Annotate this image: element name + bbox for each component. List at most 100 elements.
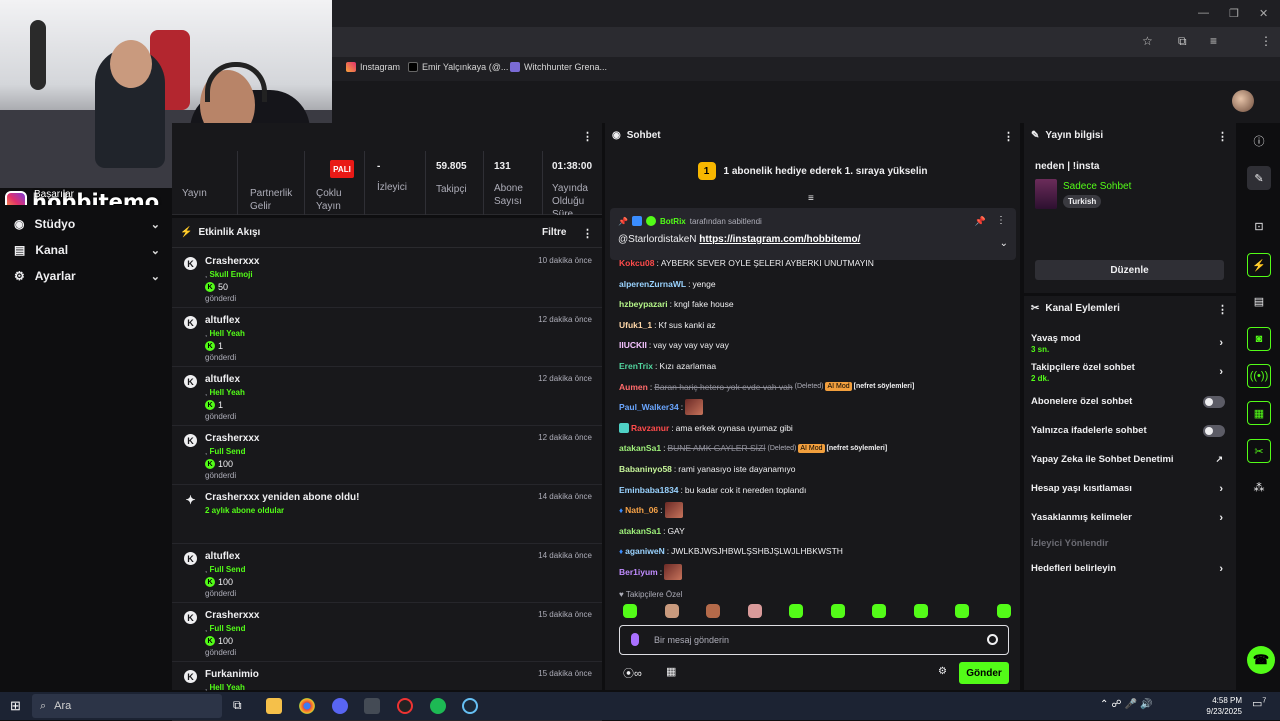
feed-user[interactable]: Crasherxxx xyxy=(205,433,259,444)
channel-action-item[interactable]: Yavaş mod 3 sn. › xyxy=(1031,333,1229,354)
clock[interactable]: 4:58 PM 9/23/2025 xyxy=(1206,695,1242,717)
chat-username[interactable]: Eminbaba1834 xyxy=(619,485,679,495)
chat-message[interactable]: Aumen: Baran hariç hetero yok evde vah va… xyxy=(619,380,914,394)
toggle-switch[interactable] xyxy=(1203,425,1225,437)
bookmark-instagram[interactable]: Instagram xyxy=(346,62,400,72)
wrench-icon[interactable]: ✂ xyxy=(1247,439,1271,463)
chat-username[interactable]: hzbeypazari xyxy=(619,299,668,309)
feed-item[interactable]: Kaltuflex 12 dakika önce , Hell Yeah K 1 gönd… xyxy=(172,367,602,426)
star-icon[interactable]: ☆ xyxy=(1142,34,1153,48)
cat-emote-icon[interactable] xyxy=(747,604,762,618)
chat-message[interactable]: hzbeypazari: kngl fake house xyxy=(619,297,734,311)
chat-message[interactable]: Ravzanur: ama erkek oynasa uyumaz gibi xyxy=(619,421,793,435)
lightning-icon[interactable]: ⚡ xyxy=(1247,253,1271,277)
chat-username[interactable]: atakanSa1 xyxy=(619,526,661,536)
document-icon[interactable]: ▤ xyxy=(1247,289,1271,313)
chat-message[interactable]: Ber1iyum: xyxy=(619,564,683,580)
pinned-message[interactable]: 📌 BotRix tarafından sabitlendi @Starlord… xyxy=(610,208,1016,260)
sidebar-item-channel[interactable]: ▤ Kanal ⌄ xyxy=(14,243,160,257)
toggle-switch[interactable] xyxy=(1203,396,1225,408)
channel-action-item[interactable]: Takipçilere özel sohbet 2 dk. › xyxy=(1031,362,1229,383)
emote-picker-icon[interactable]: ⦿∞ xyxy=(623,665,642,681)
feed-user[interactable]: altuflex xyxy=(205,551,240,562)
gear-icon[interactable]: ⚙ xyxy=(938,666,947,677)
chat-message[interactable]: ErenTrix: Kızı azarlamaa xyxy=(619,359,716,373)
kick-emote-icon[interactable] xyxy=(913,604,928,618)
discord-icon[interactable] xyxy=(332,698,348,714)
layout-icon[interactable]: ▦ xyxy=(1247,401,1271,425)
chat-username[interactable]: Ufuk1_1 xyxy=(619,320,652,330)
feed-item[interactable]: K Crasherxxx 10 dakika önce , Skull Emoji K 5… xyxy=(172,249,602,308)
feed-user[interactable]: Furkanimio xyxy=(205,669,259,680)
chat-username[interactable]: Aumen xyxy=(619,382,648,392)
filter-button[interactable]: Filtre xyxy=(542,227,566,238)
chat-message[interactable]: ♦ aganiweN: JWLKBJWSJHBWLŞSHBJŞLWJLHBKWSTH xyxy=(619,544,843,558)
avatar[interactable] xyxy=(1232,90,1254,112)
tray-icons[interactable]: ⌃☍🎤🔊 xyxy=(1100,699,1155,710)
chat-message[interactable]: Babaninyo58: rami yanasıyo iste dayanamıy… xyxy=(619,462,795,476)
bookmark-x[interactable]: Emir Yalçınkaya (@... xyxy=(408,62,508,72)
chat-bubble-icon[interactable]: ◙ xyxy=(1247,327,1271,351)
tag-badge[interactable]: Turkish xyxy=(1063,195,1102,208)
more-icon[interactable]: ⋮ xyxy=(1217,303,1228,316)
feed-item[interactable]: ✦ Crasherxxx yeniden abone oldu! 14 dakika… xyxy=(172,485,602,544)
feed-item[interactable]: Kaltuflex 12 dakika önce , Hell Yeah K 1 gönd… xyxy=(172,308,602,367)
channel-action-item[interactable]: Abonelere özel sohbet xyxy=(1031,396,1229,408)
feed-user[interactable]: Crasherxxx xyxy=(205,610,259,621)
chat-username[interactable]: alperenZurnaWL xyxy=(619,279,686,289)
face-emote-icon[interactable] xyxy=(664,604,679,618)
sidebar-item-settings[interactable]: ⚙ Ayarlar ⌄ xyxy=(14,269,160,283)
category-link[interactable]: Sadece Sohbet xyxy=(1063,181,1131,192)
feed-user[interactable]: Crasherxxx xyxy=(205,256,259,267)
more-icon[interactable]: ⋮ xyxy=(582,130,593,143)
chat-username[interactable]: Kokcu08 xyxy=(619,258,654,268)
channel-action-item[interactable]: Yasaklanmış kelimeler › xyxy=(1031,512,1229,524)
chat-message[interactable]: Eminbaba1834: bu kadar cok it nereden top… xyxy=(619,483,806,497)
chat-username[interactable]: ErenTrix xyxy=(619,361,653,371)
face-emote-icon[interactable] xyxy=(706,604,720,618)
crop-icon[interactable]: ⊡ xyxy=(1247,214,1271,238)
feed-user[interactable]: altuflex xyxy=(205,315,240,326)
chevron-down-icon[interactable]: ⌄ xyxy=(1000,238,1008,249)
address-bar[interactable]: ☆ ⧉ ≡ ⋮ xyxy=(330,27,1280,57)
chat-message[interactable]: Ufuk1_1: Kf sus kanki az xyxy=(619,318,716,332)
collapse-icon[interactable]: ≡ xyxy=(808,193,814,204)
chat-username[interactable]: Babaninyo58 xyxy=(619,464,672,474)
apps-icon[interactable]: ⁂ xyxy=(1247,475,1271,499)
chat-message[interactable]: Paul_Walker34: xyxy=(619,399,704,416)
obs-icon[interactable] xyxy=(397,698,413,714)
chat-username[interactable]: Nath_06 xyxy=(625,505,658,515)
menu-icon[interactable]: ⋮ xyxy=(1260,34,1272,48)
maximize-icon[interactable]: ❐ xyxy=(1229,7,1239,20)
channel-action-item[interactable]: Hedefleri belirleyin › xyxy=(1031,563,1229,575)
support-icon[interactable]: ☎ xyxy=(1247,646,1275,674)
feed-item[interactable]: Kaltuflex 14 dakika önce , Full Send K 100 gö… xyxy=(172,544,602,603)
app-icon[interactable] xyxy=(364,698,380,714)
channel-action-item[interactable]: Yapay Zeka ile Sohbet Denetimi ↗ xyxy=(1031,454,1229,465)
info-icon[interactable]: ⓘ xyxy=(1247,129,1271,153)
chrome-icon[interactable] xyxy=(299,698,315,714)
send-button[interactable]: Gönder xyxy=(959,662,1009,684)
channel-action-item[interactable]: Hesap yaşı kısıtlaması › xyxy=(1031,483,1229,495)
extensions-icon[interactable]: ⧉ xyxy=(1178,34,1187,49)
edit-icon[interactable]: ✎ xyxy=(1247,166,1271,190)
more-icon[interactable]: ⋮ xyxy=(582,227,593,240)
chat-username[interactable]: atakanSa1 xyxy=(619,443,661,453)
chat-message[interactable]: alperenZurnaWL: yenge xyxy=(619,277,716,291)
task-view-icon[interactable]: ⧉ xyxy=(233,698,242,713)
chat-username[interactable]: Ravzanur xyxy=(631,423,669,433)
edit-button[interactable]: Düzenle xyxy=(1035,260,1224,280)
file-explorer-icon[interactable] xyxy=(266,698,282,714)
chat-message[interactable]: ♦ Nath_06: xyxy=(619,502,683,519)
chat-message[interactable]: IIUCKII: vay vay vay vay vay xyxy=(619,338,729,352)
feed-item[interactable]: K Crasherxxx 15 dakika önce , Full Send K 100… xyxy=(172,603,602,662)
kick-emote-icon[interactable] xyxy=(955,604,969,618)
broadcast-icon[interactable]: ((•)) xyxy=(1247,364,1271,388)
kick-emote-icon[interactable] xyxy=(789,604,803,618)
chat-message[interactable]: Kokcu08: AYBERK SEVER OYLE ŞELERI AYBERKI… xyxy=(619,256,874,270)
pin-icon[interactable]: 📌 xyxy=(975,216,986,227)
kick-emote-icon[interactable] xyxy=(996,604,1011,618)
channel-action-item[interactable]: İzleyici Yönlendir xyxy=(1031,538,1229,549)
chat-message[interactable]: atakanSa1: GAY xyxy=(619,524,685,538)
chat-username[interactable]: Ber1iyum xyxy=(619,567,658,577)
